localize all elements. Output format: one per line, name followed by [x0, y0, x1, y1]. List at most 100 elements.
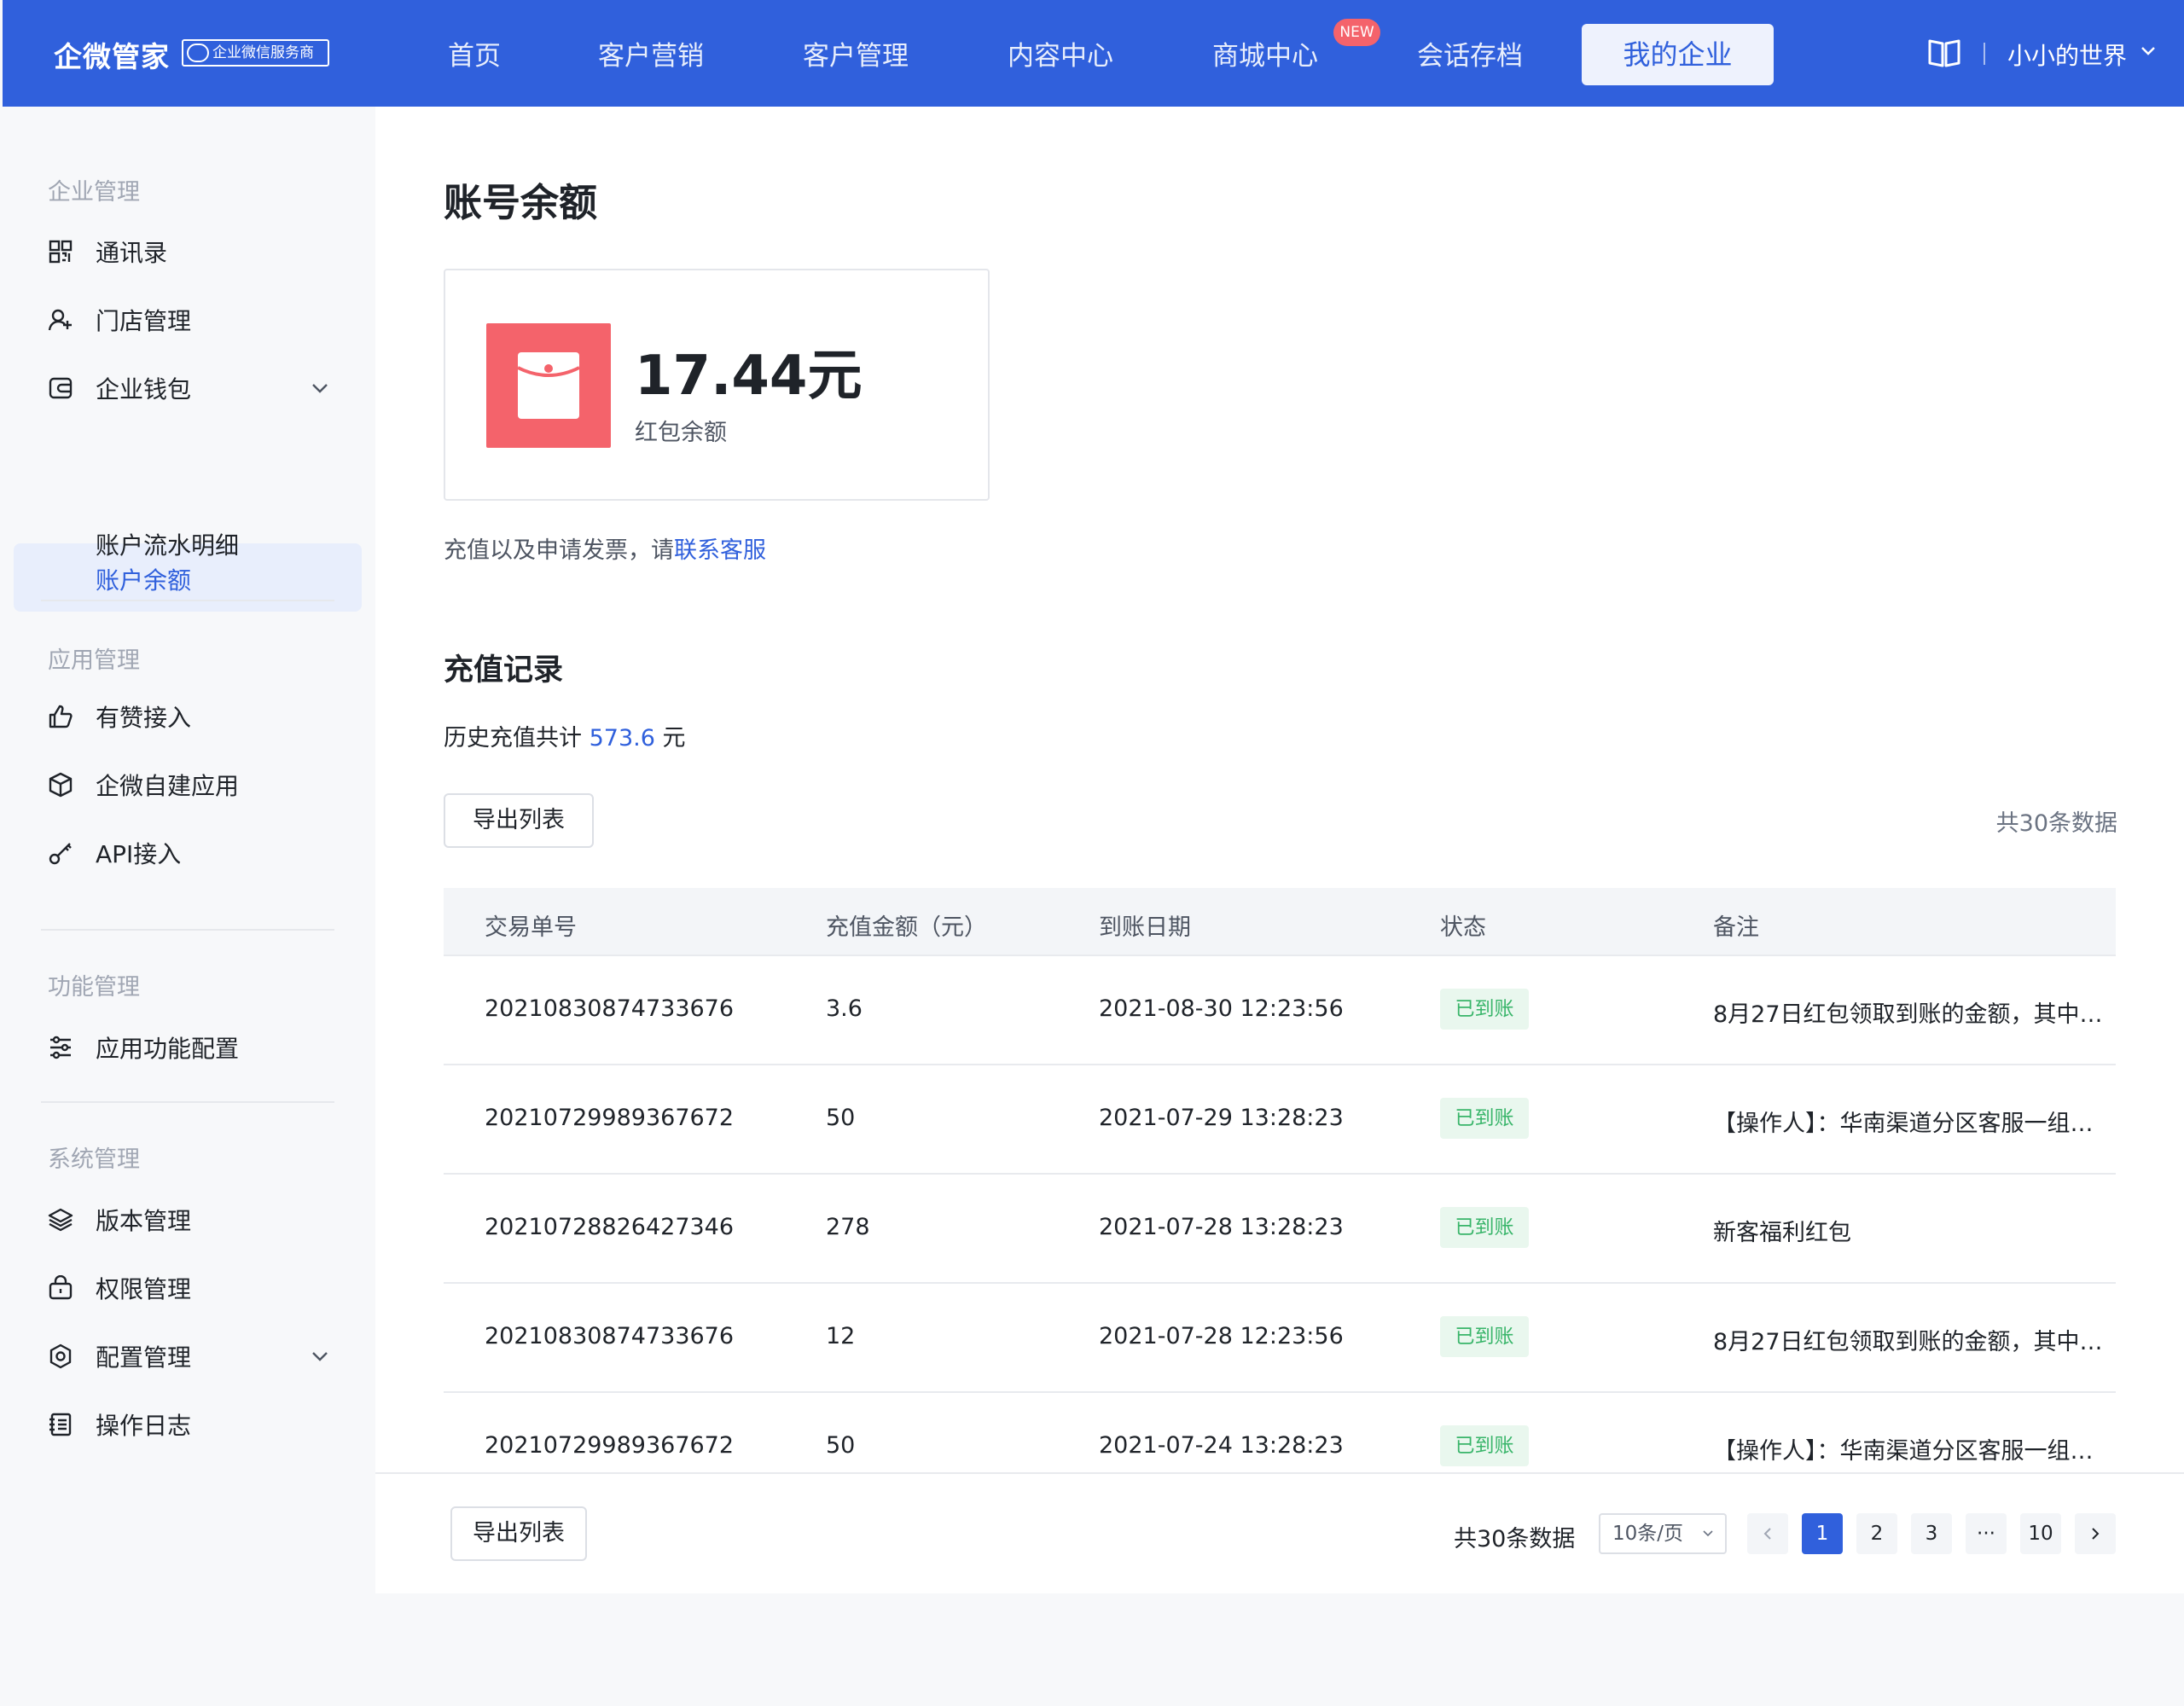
sidebar-item-label: 门店管理 — [96, 307, 192, 335]
status-badge: 已到账 — [1440, 1207, 1529, 1248]
lock-icon — [49, 1275, 73, 1300]
sidebar-item-label: 通讯录 — [96, 239, 168, 267]
sidebar-item-label: 有赞接入 — [96, 704, 192, 732]
amount: 50 — [826, 1432, 856, 1459]
remark: 8月27日红包领取到账的金额，其中… — [1713, 1001, 2103, 1028]
page-1-button[interactable]: 1 — [1802, 1513, 1843, 1554]
cube-icon — [49, 772, 73, 798]
red-packet-icon — [486, 323, 611, 448]
sidebar-item-permission[interactable]: 权限管理 — [48, 1271, 191, 1305]
total-count: 共30条数据 — [1995, 810, 2117, 837]
column-header: 交易单号 — [485, 914, 577, 941]
table-row[interactable]: 20210728826427346 278 2021-07-28 13:28:2… — [444, 1175, 2116, 1284]
wecom-icon — [187, 44, 209, 62]
chevron-right-icon — [2092, 1528, 2100, 1540]
sidebar-item-version[interactable]: 版本管理 — [48, 1203, 191, 1237]
sidebar-item-label: API接入 — [96, 840, 182, 868]
export-list-button[interactable]: 导出列表 — [450, 1506, 587, 1561]
new-badge: NEW — [1333, 19, 1380, 46]
sidebar: 企业管理 通讯录 门店管理 企业钱包 账户余额 账户流水明细 应用管理 有赞接入… — [0, 107, 374, 1706]
page-3-button[interactable]: 3 — [1911, 1513, 1952, 1554]
page-2-button[interactable]: 2 — [1856, 1513, 1897, 1554]
page-size-select[interactable]: 10条/页 — [1599, 1513, 1727, 1554]
table-row[interactable]: 20210830874733676 12 2021-07-28 12:23:56… — [444, 1284, 2116, 1393]
nav-customer-marketing[interactable]: 客户营销 — [598, 34, 704, 73]
recharge-table: 交易单号 充值金额（元） 到账日期 状态 备注 2021083087473367… — [444, 888, 2116, 1502]
app-logo[interactable]: 企微管家 — [54, 34, 170, 75]
sidebar-item-config[interactable]: 配置管理 — [48, 1339, 191, 1373]
sidebar-item-log[interactable]: 操作日志 — [48, 1407, 191, 1442]
nav-customer-management[interactable]: 客户管理 — [803, 34, 909, 73]
balance-amount: 17.44元 — [635, 345, 863, 408]
sidebar-item-selfapp[interactable]: 企微自建应用 — [48, 768, 239, 802]
notebook-icon — [49, 1413, 72, 1436]
book-icon[interactable] — [1927, 38, 1961, 68]
nav-content-center[interactable]: 内容中心 — [1008, 34, 1113, 73]
transaction-id: 20210729989367672 — [485, 1432, 735, 1459]
transaction-id: 20210830874733676 — [485, 995, 735, 1022]
history-total: 历史充值共计 573.6 元 — [444, 719, 685, 752]
page-background — [375, 1593, 2184, 1706]
arrival-date: 2021-07-28 13:28:23 — [1099, 1214, 1344, 1240]
partner-badge-label: 企业微信服务商 — [212, 44, 314, 61]
history-total-suffix: 元 — [654, 725, 686, 751]
user-add-icon — [48, 309, 72, 331]
remark: 新客福利红包 — [1713, 1220, 1851, 1246]
contact-support-link[interactable]: 联系客服 — [674, 537, 766, 564]
contact-hint-text: 充值以及申请发票，请 — [444, 537, 674, 564]
next-page-button[interactable] — [2075, 1513, 2116, 1554]
sidebar-item-funcconfig[interactable]: 应用功能配置 — [48, 1030, 239, 1065]
sidebar-item-stores[interactable]: 门店管理 — [48, 303, 191, 337]
sidebar-item-contacts[interactable]: 通讯录 — [48, 235, 167, 269]
amount: 278 — [826, 1214, 870, 1240]
chevron-down-icon[interactable] — [309, 377, 331, 399]
table-row[interactable]: 20210729989367672 50 2021-07-29 13:28:23… — [444, 1065, 2116, 1175]
chevron-left-icon — [1763, 1528, 1771, 1540]
page-10-button[interactable]: 10 — [2020, 1513, 2061, 1554]
status-badge: 已到账 — [1440, 1425, 1529, 1466]
sidebar-item-label: 操作日志 — [96, 1412, 192, 1440]
page-ellipsis[interactable]: ··· — [1966, 1513, 2007, 1554]
page-size-value: 10条/页 — [1612, 1523, 1684, 1545]
export-list-button[interactable]: 导出列表 — [444, 793, 594, 848]
amount: 50 — [826, 1105, 856, 1131]
transaction-id: 20210729989367672 — [485, 1105, 735, 1131]
sidebar-item-label: 企业钱包 — [96, 375, 192, 403]
pagination-bar: 导出列表 共30条数据 10条/页 1 2 3 ··· 10 — [375, 1472, 2184, 1593]
sidebar-item-wallet[interactable]: 企业钱包 — [48, 371, 191, 405]
gear-icon — [49, 1343, 72, 1369]
remark: 【操作人】：华南渠道分区客服一组… — [1713, 1111, 2094, 1137]
sidebar-item-youzan[interactable]: 有赞接入 — [48, 699, 191, 734]
sidebar-item-label: 企微自建应用 — [96, 772, 240, 800]
divider — [1984, 43, 1985, 65]
nav-my-enterprise[interactable]: 我的企业 — [1582, 24, 1774, 85]
sidebar-subitem-flow[interactable]: 账户流水明细 — [96, 527, 239, 561]
table-header: 交易单号 充值金额（元） 到账日期 状态 备注 — [444, 888, 2116, 956]
remark: 8月27日红包领取到账的金额，其中… — [1713, 1329, 2103, 1355]
nav-mall-center[interactable]: 商城中心 — [1212, 34, 1318, 73]
sidebar-group-functions: 功能管理 — [48, 974, 140, 1001]
sidebar-item-label: 权限管理 — [96, 1275, 192, 1303]
table-row[interactable]: 20210830874733676 3.6 2021-08-30 12:23:5… — [444, 956, 2116, 1065]
section-title: 充值记录 — [444, 653, 564, 688]
nav-session-archive[interactable]: 会话存档 — [1417, 34, 1523, 73]
column-header: 备注 — [1713, 914, 1759, 941]
main-content: 账号余额 17.44元 红包余额 充值以及申请发票，请联系客服 充值记录 历史充… — [375, 107, 2184, 1593]
transaction-id: 20210830874733676 — [485, 1323, 735, 1349]
chevron-down-icon[interactable] — [309, 1345, 331, 1367]
column-header: 到账日期 — [1099, 914, 1191, 941]
sidebar-group-enterprise: 企业管理 — [48, 179, 140, 206]
key-icon — [49, 843, 72, 865]
sidebar-subitem-label: 账户余额 — [96, 566, 192, 595]
nav-home[interactable]: 首页 — [448, 34, 501, 73]
sidebar-item-api[interactable]: API接入 — [48, 836, 181, 870]
arrival-date: 2021-08-30 12:23:56 — [1099, 995, 1344, 1022]
sliders-icon — [50, 1036, 71, 1059]
sidebar-item-label: 配置管理 — [96, 1343, 192, 1372]
arrival-date: 2021-07-24 13:28:23 — [1099, 1432, 1344, 1459]
amount: 3.6 — [826, 995, 863, 1022]
sidebar-item-label: 版本管理 — [96, 1207, 192, 1235]
prev-page-button[interactable] — [1747, 1513, 1788, 1554]
user-name[interactable]: 小小的世界 — [2007, 38, 2127, 72]
chevron-down-icon[interactable] — [2140, 43, 2157, 60]
